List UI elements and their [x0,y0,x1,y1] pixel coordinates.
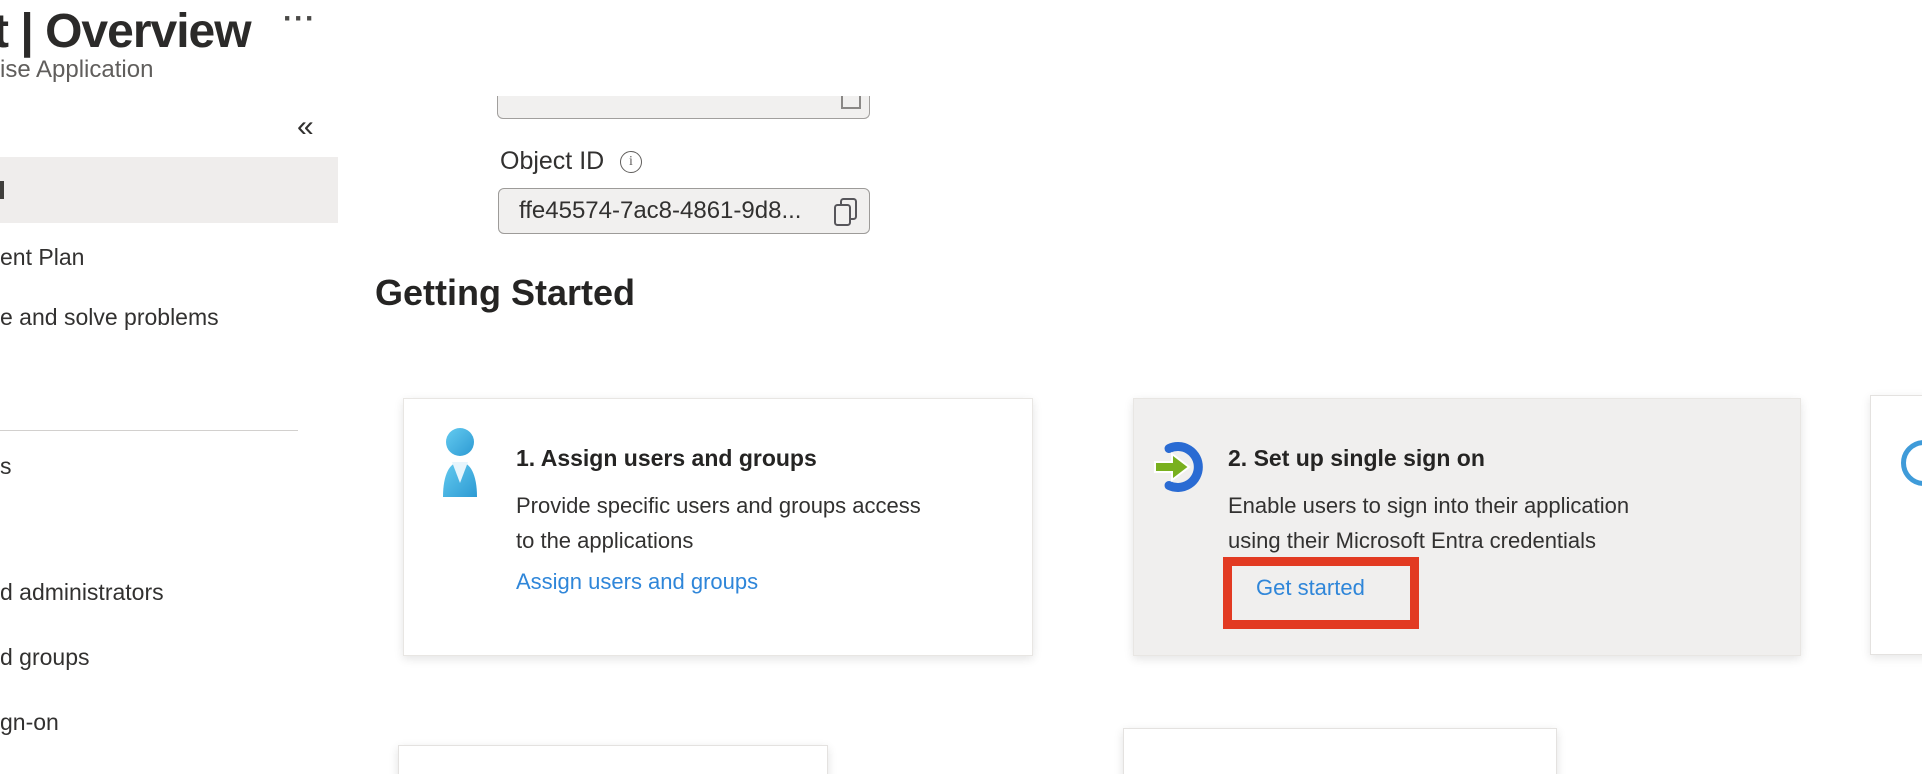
card-title: 2. Set up single sign on [1228,445,1485,472]
clipped-icon-fragment [0,181,4,199]
more-menu-button[interactable]: ··· [283,2,316,36]
user-person-icon [436,427,484,497]
sidebar-item-users-groups[interactable]: d groups [0,644,338,674]
sidebar-item-overview[interactable] [0,157,338,223]
card-partial-right [1870,395,1922,655]
assign-users-groups-link[interactable]: Assign users and groups [516,569,758,595]
page-title: t | Overview [0,4,251,59]
entra-overview-page: t | Overview ··· ise Application « ent P… [0,0,1922,774]
partial-provision-icon [1901,440,1922,486]
card-set-up-single-sign-on: 2. Set up single sign on Enable users to… [1133,398,1801,656]
sidebar-item-roles-administrators[interactable]: d administrators [0,579,338,609]
object-id-value: ffe45574-7ac8-4861-9d8... [519,189,801,233]
sidebar-item-single-sign-on[interactable]: gn-on [0,709,338,739]
collapse-sidebar-button[interactable]: « [297,110,314,144]
sidebar-item-deployment-plan[interactable]: ent Plan [0,244,338,274]
sidebar-item-diagnose-solve-problems[interactable]: e and solve problems [0,304,338,334]
card-description-line: to the applications [516,528,693,554]
card-description-line: Provide specific users and groups access [516,493,921,519]
info-icon[interactable]: i [620,151,642,173]
clipped-copy-button-fragment [841,96,861,109]
section-title: Getting Started [375,272,635,314]
clipped-field [497,96,870,119]
get-started-link[interactable]: Get started [1256,575,1365,601]
card-partial-bottom-right [1123,728,1557,774]
card-title: 1. Assign users and groups [516,445,817,472]
card-partial-bottom-left [398,745,828,774]
ellipsis-icon: ··· [283,2,316,35]
object-id-field[interactable]: ffe45574-7ac8-4861-9d8... [498,188,870,234]
card-description-line: Enable users to sign into their applicat… [1228,493,1629,519]
sso-arrow-circle-icon [1154,441,1206,493]
card-description-line: using their Microsoft Entra credentials [1228,528,1596,554]
copy-pages-icon [831,196,861,228]
sidebar-item-properties[interactable]: s [0,453,338,483]
copy-button[interactable] [831,196,861,228]
object-id-label: Object ID [500,147,604,176]
sidebar-divider [0,430,298,431]
card-assign-users-groups: 1. Assign users and groups Provide speci… [403,398,1033,656]
page-subtitle: ise Application [0,56,153,84]
double-chevron-left-icon: « [297,110,314,143]
sidebar: « ent Plan e and solve problems s d admi… [0,96,338,774]
